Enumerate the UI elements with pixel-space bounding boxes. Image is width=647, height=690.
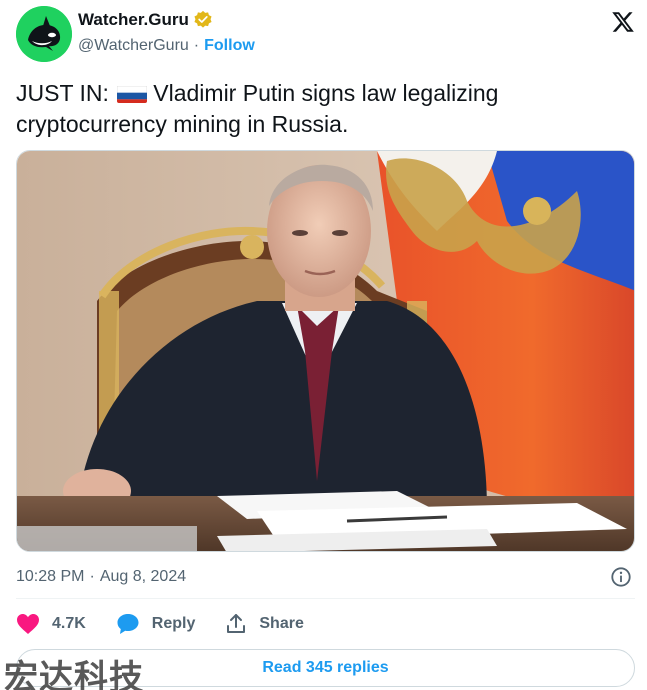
share-button[interactable]: Share [225,613,304,635]
like-count: 4.7K [52,615,86,632]
tweet-date[interactable]: Aug 8, 2024 [100,568,186,586]
share-icon [227,614,246,633]
tweet-header: Watcher.Guru @WatcherGuru · Follow [16,6,636,62]
tweet-prefix: JUST IN: [16,80,109,106]
tweet-actions: 4.7K Reply Share [16,610,334,638]
tweet-text: JUST IN: Vladimir Putin signs law legali… [16,78,631,140]
x-logo-icon[interactable] [610,10,636,34]
share-label: Share [259,615,304,632]
tweet-timestamp-row: 10:28 PM · Aug 8, 2024 [16,565,635,589]
orca-logo-icon [16,6,72,62]
author-avatar[interactable] [16,6,72,62]
timestamp-separator: · [89,568,95,585]
author-handle-row: @WatcherGuru · Follow [78,37,255,55]
reply-bubble-icon [117,614,139,634]
tweet-time[interactable]: 10:28 PM [16,568,84,586]
author-name-row: Watcher.Guru [78,10,213,30]
follow-button[interactable]: Follow [204,37,255,55]
watermark-text: 宏达科技 [4,658,144,690]
reply-button[interactable]: Reply [116,613,196,635]
like-button[interactable]: 4.7K [16,613,86,635]
russia-flag-icon [117,83,148,103]
author-handle[interactable]: @WatcherGuru [78,37,189,55]
author-display-name[interactable]: Watcher.Guru [78,10,189,30]
divider [16,598,635,599]
verified-badge-icon [194,10,212,28]
reply-label: Reply [151,615,196,632]
heart-icon [17,614,39,634]
info-icon[interactable] [610,566,632,588]
handle-separator: · [193,37,200,54]
photo-illustration [17,151,634,551]
tweet-photo[interactable] [16,150,635,552]
